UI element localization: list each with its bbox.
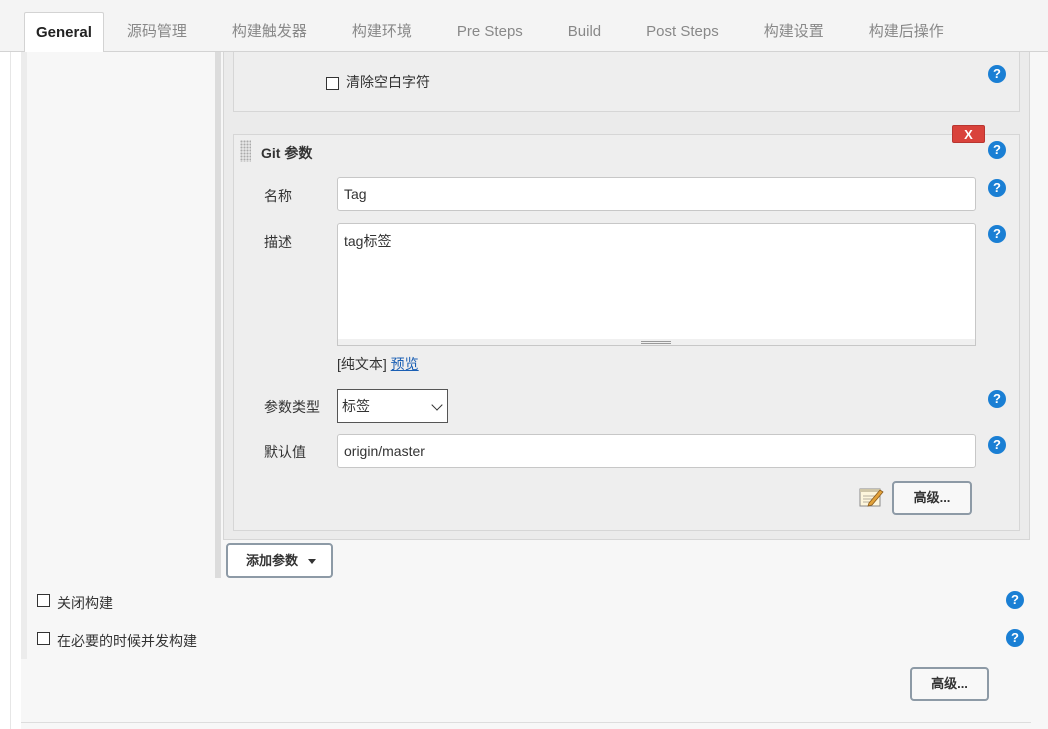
notepad-edit-icon[interactable] (858, 485, 884, 509)
tab-build-triggers[interactable]: 构建触发器 (232, 12, 329, 53)
help-icon[interactable]: ? (988, 436, 1006, 454)
tab-build[interactable]: Build (568, 12, 623, 53)
disable-build-checkbox[interactable] (37, 594, 50, 607)
chevron-down-icon (431, 399, 443, 411)
help-icon[interactable]: ? (1006, 591, 1024, 609)
markup-formatter: [纯文本] 预览 (337, 354, 419, 374)
tab-scm[interactable]: 源码管理 (127, 12, 209, 53)
tab-build-settings[interactable]: 构建设置 (764, 12, 846, 53)
help-icon[interactable]: ? (988, 225, 1006, 243)
trim-whitespace-checkbox[interactable] (326, 77, 339, 90)
help-icon[interactable]: ? (988, 390, 1006, 408)
concurrent-build-label: 在必要的时候并发构建 (57, 633, 197, 649)
section-bottom-divider (21, 722, 1031, 723)
description-label: 描述 (264, 234, 292, 250)
drag-handle-icon[interactable] (240, 140, 251, 162)
textarea-resize-handle[interactable] (337, 339, 976, 346)
tab-general[interactable]: General (24, 12, 104, 53)
parameter-type-label: 参数类型 (264, 399, 320, 415)
section-tab-bar: General 源码管理 构建触发器 构建环境 Pre Steps Build … (0, 0, 1048, 53)
tab-post-steps[interactable]: Post Steps (646, 12, 741, 53)
description-textarea[interactable]: tag标签 (337, 223, 976, 340)
left-divider (10, 52, 11, 729)
tab-build-environment[interactable]: 构建环境 (352, 12, 434, 53)
default-value-label: 默认值 (264, 444, 306, 460)
parameter-type-value: 标签 (342, 398, 370, 414)
tabs: General 源码管理 构建触发器 构建环境 Pre Steps Build … (24, 12, 966, 53)
section-left-border (21, 52, 27, 659)
add-parameter-label: 添加参数 (246, 553, 299, 568)
parameters-indent-bar (215, 52, 221, 578)
git-param-advanced-button[interactable]: 高级... (892, 481, 972, 515)
help-icon[interactable]: ? (1006, 629, 1024, 647)
caret-down-icon (308, 559, 316, 564)
tab-post-build-actions[interactable]: 构建后操作 (869, 12, 966, 53)
parameter-type-select[interactable]: 标签 (337, 389, 448, 423)
concurrent-build-checkbox[interactable] (37, 632, 50, 645)
default-value-input[interactable]: origin/master (337, 434, 976, 468)
delete-parameter-button[interactable]: X (952, 125, 985, 143)
help-icon[interactable]: ? (988, 141, 1006, 159)
general-advanced-button[interactable]: 高级... (910, 667, 989, 701)
add-parameter-button[interactable]: 添加参数 (226, 543, 333, 578)
disable-build-label: 关闭构建 (57, 595, 113, 611)
name-input[interactable]: Tag (337, 177, 976, 211)
name-label: 名称 (264, 188, 292, 204)
preview-link[interactable]: 预览 (391, 356, 419, 372)
markup-plain-text: [纯文本] (337, 356, 387, 372)
help-icon[interactable]: ? (988, 179, 1006, 197)
trim-whitespace-label: 清除空白字符 (346, 74, 430, 90)
help-icon[interactable]: ? (988, 65, 1006, 83)
git-parameter-title: Git 参数 (261, 145, 313, 161)
tab-pre-steps[interactable]: Pre Steps (457, 12, 545, 53)
